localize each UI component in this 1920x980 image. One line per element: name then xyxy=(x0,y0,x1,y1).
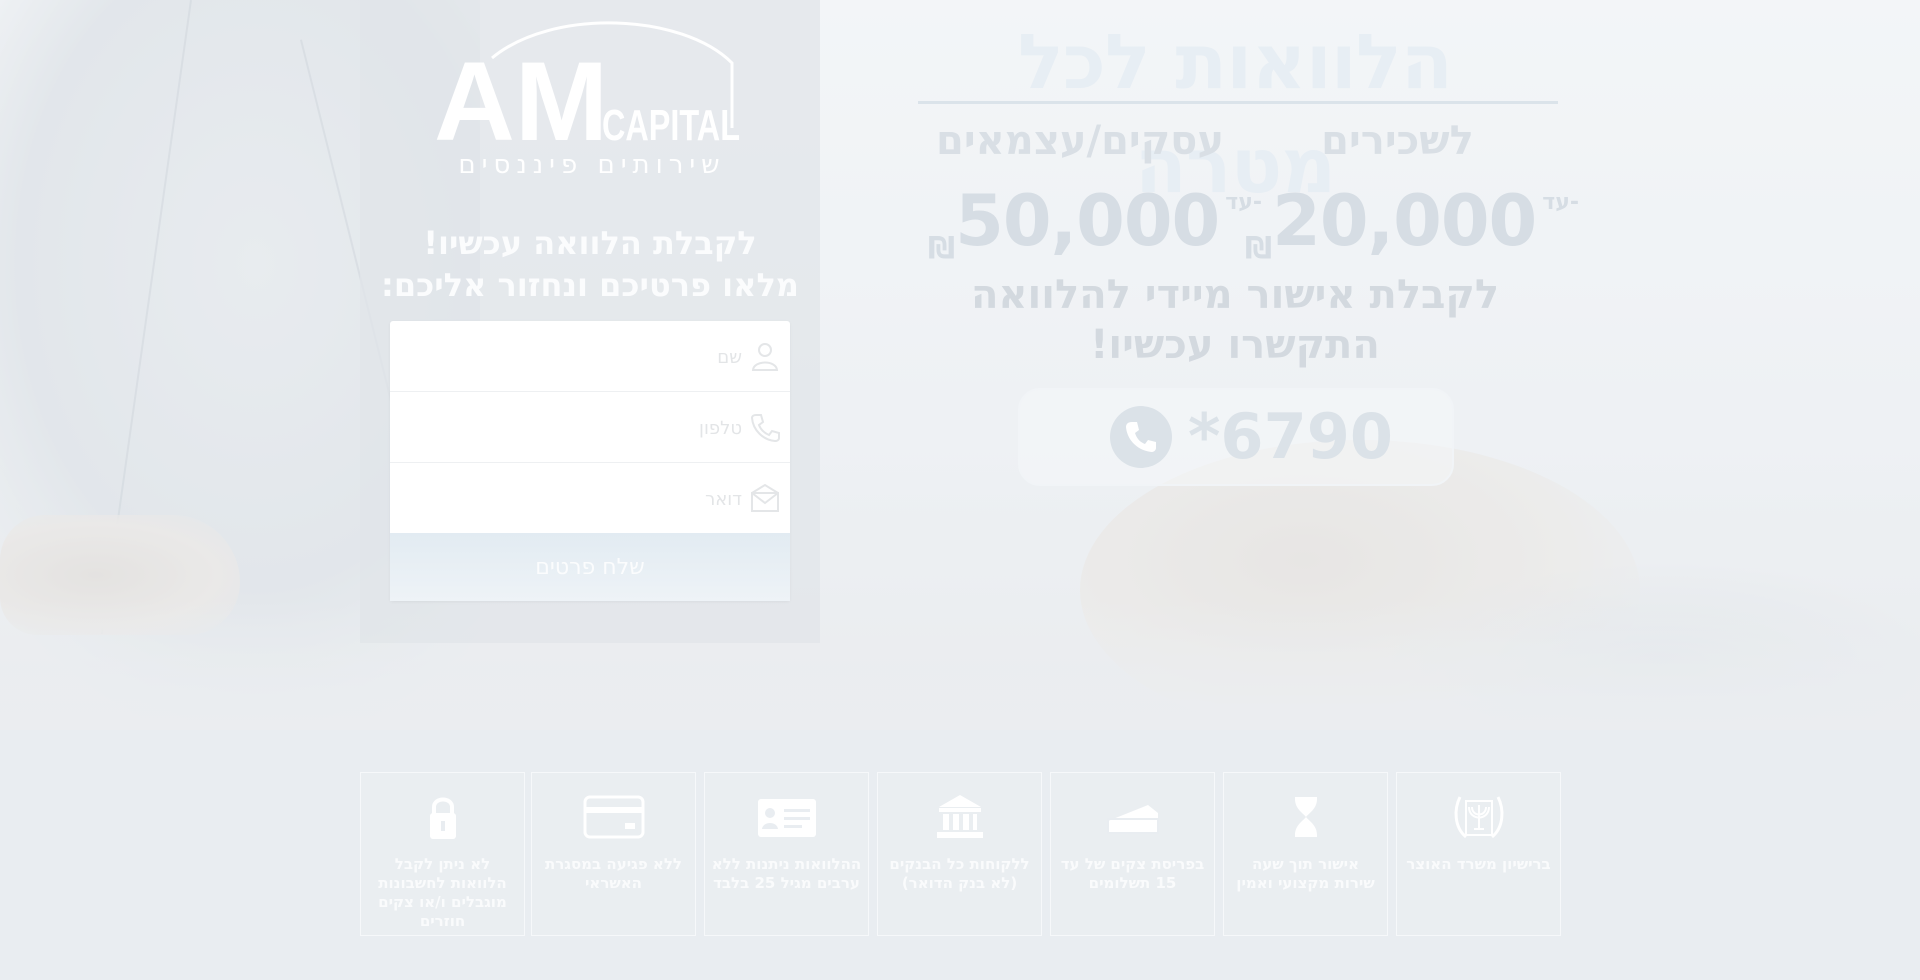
title-underline xyxy=(918,101,1558,104)
hourglass-icon xyxy=(1294,797,1317,837)
feature-all-banks: ללקוחות כל הבנקים (לא בנק הדואר) xyxy=(877,772,1042,936)
feature-text: ברישיון משרד האוצר xyxy=(1406,855,1551,873)
lead-form-panel: AM CAPITAL שירותים פיננסים לקבלת הלוואה … xyxy=(360,0,820,643)
name-input[interactable] xyxy=(440,339,744,375)
phone-circle-icon xyxy=(1110,406,1172,468)
feature-treasury-license: ברישיון משרד האוצר xyxy=(1396,772,1561,936)
category-employees: לשכירים xyxy=(1321,118,1474,164)
phone-number: *6790 xyxy=(1188,400,1393,473)
features-row: ברישיון משרד האוצר אישור תוך שעה שירות מ… xyxy=(360,772,1562,937)
feature-fast-approval: אישור תוך שעה שירות מקצועי ואמין xyxy=(1223,772,1388,936)
feature-text: לא ניתן לקבל הלוואות לחשבונות מוגבלים ו/… xyxy=(378,855,507,930)
phone-call-button[interactable]: *6790 xyxy=(1018,388,1454,486)
submit-button[interactable]: שלח פרטים xyxy=(390,533,790,601)
amount-business: ₪50,000 עד- xyxy=(928,176,1262,266)
form-heading-line2: מלאו פרטיכם ונחזור אליכם: xyxy=(381,266,799,304)
feature-credit-line: ללא פגיעה במסגרת האשראי xyxy=(531,772,696,936)
form-heading-line1: לקבלת הלוואה עכשיו! xyxy=(423,224,757,262)
feature-no-guarantors: ההלוואות ניתנות ללא ערבים מגיל 25 בלבד xyxy=(704,772,869,936)
id-card-icon xyxy=(757,799,816,837)
lead-form: שלח פרטים xyxy=(390,321,790,601)
phone-field xyxy=(390,392,790,463)
company-logo: AM CAPITAL שירותים פיננסים xyxy=(434,21,740,178)
feature-text: ההלוואות ניתנות ללא ערבים מגיל 25 בלבד xyxy=(711,855,862,892)
envelope-icon xyxy=(751,483,779,512)
name-field xyxy=(390,321,790,392)
email-input[interactable] xyxy=(440,481,744,517)
call-to-action-text: לקבלת אישור מיידי להלוואה התקשרו עכשיו! xyxy=(950,270,1520,370)
feature-text: אישור תוך שעה שירות מקצועי ואמין xyxy=(1236,855,1375,892)
user-icon xyxy=(751,343,779,371)
banknote-icon xyxy=(1106,805,1159,834)
phone-input[interactable] xyxy=(440,410,744,446)
feature-text: ללקוחות כל הבנקים (לא בנק הדואר) xyxy=(889,855,1030,892)
feature-text: ללא פגיעה במסגרת האשראי xyxy=(545,855,682,892)
amount-value: 20,000 xyxy=(1272,180,1537,262)
feature-text: בפריסת צקים של עד 15 תשלומים xyxy=(1060,855,1205,892)
credit-card-icon xyxy=(583,795,644,839)
state-emblem-icon xyxy=(1454,796,1503,839)
email-field xyxy=(390,463,790,534)
upto-label: עד- xyxy=(1225,190,1262,215)
category-business: עסקים/עצמאים xyxy=(936,118,1224,164)
upto-label: עד- xyxy=(1542,190,1579,215)
feature-installments: בפריסת צקים של עד 15 תשלומים xyxy=(1050,772,1215,936)
cta-line1: לקבלת אישור מיידי להלוואה xyxy=(970,272,1500,318)
feature-restricted-accounts: לא ניתן לקבל הלוואות לחשבונות מוגבלים ו/… xyxy=(360,772,525,936)
svg-text:CAPITAL: CAPITAL xyxy=(602,101,740,150)
phone-icon xyxy=(750,414,780,443)
form-heading: לקבלת הלוואה עכשיו! מלאו פרטיכם ונחזור א… xyxy=(378,222,802,306)
cta-line2: התקשרו עכשיו! xyxy=(1090,322,1380,368)
lock-icon xyxy=(429,797,456,839)
svg-text:AM: AM xyxy=(434,39,608,164)
bank-icon xyxy=(936,795,983,838)
svg-text:שירותים פיננסים: שירותים פיננסים xyxy=(458,150,725,178)
amount-value: 50,000 xyxy=(955,180,1220,262)
currency-symbol: ₪ xyxy=(928,231,956,266)
amount-employees: ₪20,000 עד- xyxy=(1245,176,1579,266)
phone-handset-icon xyxy=(1126,422,1156,452)
